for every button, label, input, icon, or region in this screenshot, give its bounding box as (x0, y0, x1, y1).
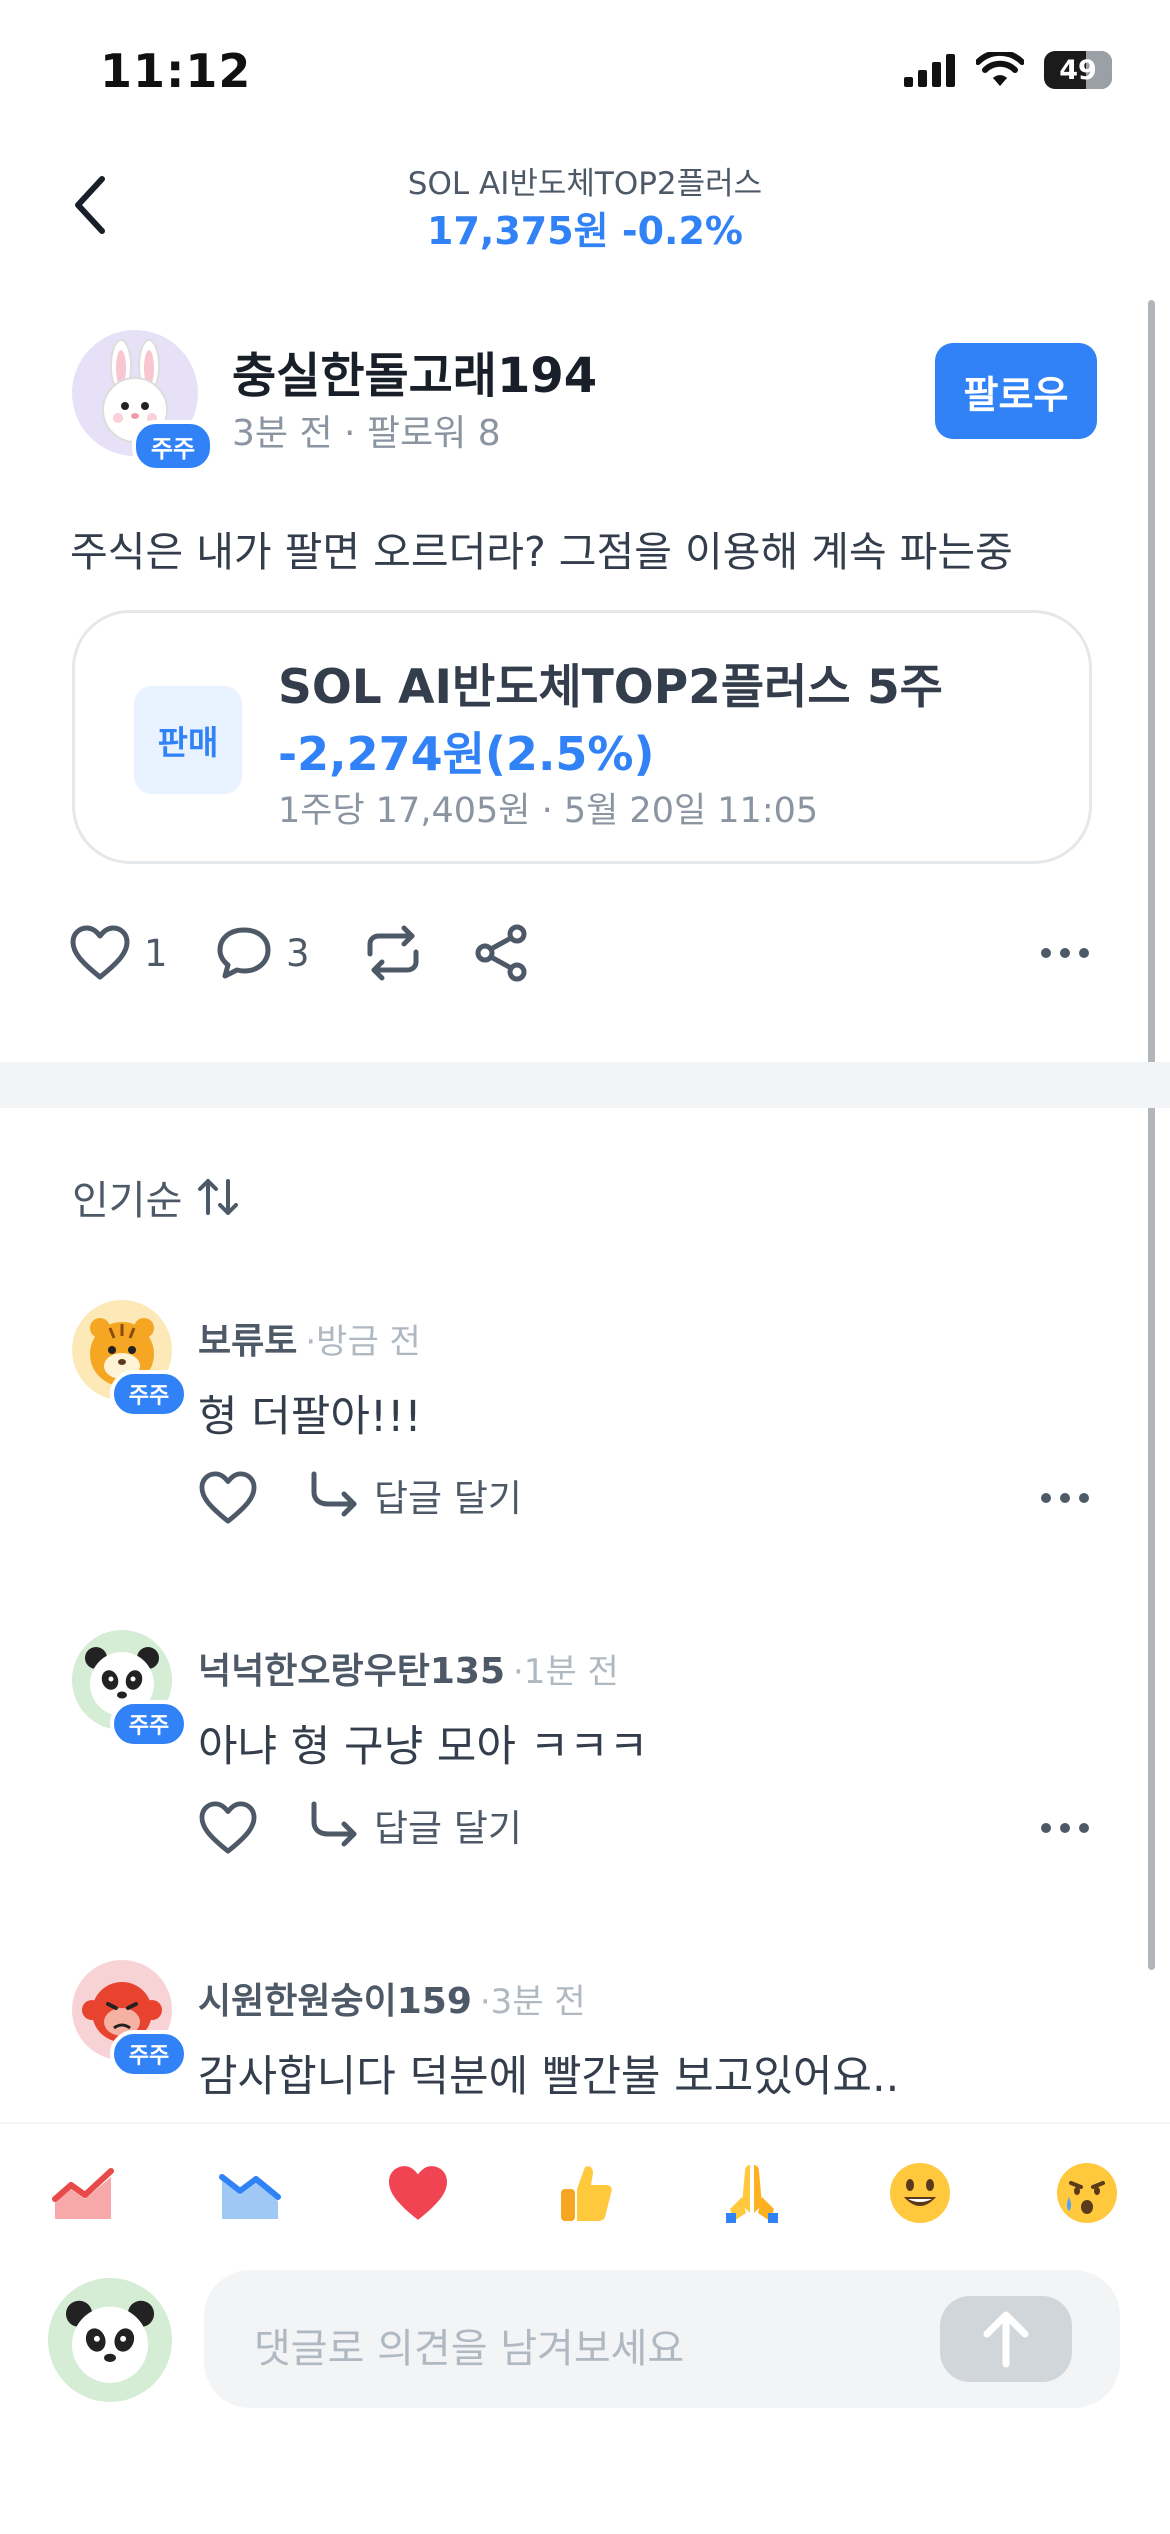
commenter-name[interactable]: 보류토 (198, 1312, 297, 1364)
comment-button[interactable]: 3 (216, 918, 310, 988)
sort-toggle[interactable]: 인기순 (72, 1168, 240, 1226)
reply-arrow-icon (311, 1801, 357, 1847)
my-avatar[interactable] (48, 2278, 172, 2402)
like-count: 1 (144, 931, 168, 975)
shareholder-badge: 주주 (110, 1700, 188, 1748)
cellular-signal-icon (904, 54, 955, 87)
comment-time: ·방금 전 (305, 1322, 421, 1362)
shareholder-badge: 주주 (110, 2030, 188, 2078)
comment-more-button[interactable] (1030, 1466, 1100, 1530)
arrow-up-icon (983, 2311, 1029, 2368)
heart-icon[interactable] (383, 2158, 453, 2228)
falling-chart-icon[interactable] (215, 2158, 285, 2228)
comment-text: 아냐 형 구냥 모아 ㅋㅋㅋ (198, 1722, 649, 1772)
comment-time: ·1분 전 (513, 1652, 619, 1692)
reply-button[interactable]: 답글 달기 (308, 1468, 522, 1522)
heart-outline-icon (199, 1471, 257, 1524)
comment-item: 주주 보류토 ·방금 전 형 더팔아!!! 답글 달기 (0, 1290, 1170, 1550)
section-divider (0, 1062, 1170, 1108)
send-button[interactable] (940, 2296, 1072, 2382)
trade-change: -2,274원(2.5%) (278, 727, 655, 781)
thumbs-up-icon[interactable] (550, 2158, 620, 2228)
author-name[interactable]: 충실한돌고래194 (232, 336, 597, 406)
shareholder-badge: 주주 (132, 420, 214, 472)
repost-icon (367, 925, 419, 981)
author-meta: 3분 전 · 팔로워 8 (232, 413, 501, 454)
reaction-bar (48, 2158, 1122, 2234)
rising-chart-icon[interactable] (48, 2158, 118, 2228)
shareholder-badge: 주주 (110, 1370, 188, 1418)
trade-title: SOL AI반도체TOP2플러스 5주 (278, 660, 943, 715)
status-time: 11:12 (100, 44, 252, 98)
trade-info: 1주당 17,405원 · 5월 20일 11:05 (278, 791, 819, 831)
comment-more-button[interactable] (1030, 1796, 1100, 1860)
status-icons: 49 (904, 50, 1112, 90)
crying-face-icon[interactable] (1052, 2158, 1122, 2228)
comment-count: 3 (286, 931, 310, 975)
post-text: 주식은 내가 팔면 오르더라? 그점을 이용해 계속 파는중 (70, 528, 1013, 576)
more-icon (1041, 1823, 1089, 1833)
heart-outline-icon (199, 1801, 257, 1854)
more-icon (1041, 948, 1089, 958)
more-icon (1041, 1493, 1089, 1503)
share-icon (475, 924, 527, 982)
comment-like-button[interactable] (196, 1796, 260, 1860)
stock-price: 17,375원 -0.2% (427, 209, 743, 253)
like-button[interactable]: 1 (70, 918, 168, 988)
sort-label: 인기순 (72, 1178, 183, 1224)
heart-outline-icon (70, 925, 130, 980)
comment-text: 감사합니다 덕분에 빨간불 보고있어요.. (198, 2052, 900, 2102)
reply-label: 답글 달기 (374, 1807, 522, 1850)
comment-item: 주주 시원한원숭이159 ·3분 전 감사합니다 덕분에 빨간불 보고있어요.. (0, 1950, 1170, 2122)
commenter-name[interactable]: 시원한원숭이159 (198, 1972, 472, 2024)
panda-icon (65, 2300, 155, 2383)
comment-input-placeholder: 댓글로 의견을 남겨보세요 (254, 2326, 685, 2372)
comment-text: 형 더팔아!!! (198, 1392, 422, 1442)
wifi-icon (976, 52, 1024, 86)
comment-like-button[interactable] (196, 1466, 260, 1530)
reply-button[interactable]: 답글 달기 (308, 1798, 522, 1852)
post-action-row: 1 3 (70, 918, 1100, 988)
trade-type-tag: 판매 (134, 686, 242, 794)
follow-button[interactable]: 팔로우 (935, 343, 1097, 439)
battery-icon: 49 (1044, 51, 1112, 89)
smile-face-icon[interactable] (885, 2158, 955, 2228)
repost-button[interactable] (358, 918, 428, 988)
stock-name[interactable]: SOL AI반도체TOP2플러스 (0, 158, 1170, 203)
comment-icon (217, 927, 271, 979)
post-more-button[interactable] (1030, 918, 1100, 988)
battery-level: 49 (1059, 54, 1097, 86)
share-button[interactable] (466, 918, 536, 988)
sort-arrows-icon (198, 1179, 239, 1215)
comment-time: ·3분 전 (479, 1982, 586, 2022)
reply-label: 답글 달기 (374, 1477, 522, 1520)
commenter-name[interactable]: 넉넉한오랑우탄135 (198, 1642, 505, 1694)
praying-hands-icon[interactable] (717, 2158, 787, 2228)
reply-arrow-icon (311, 1471, 357, 1517)
comment-item: 주주 넉넉한오랑우탄135 ·1분 전 아냐 형 구냥 모아 ㅋㅋㅋ 답글 달기 (0, 1620, 1170, 1880)
